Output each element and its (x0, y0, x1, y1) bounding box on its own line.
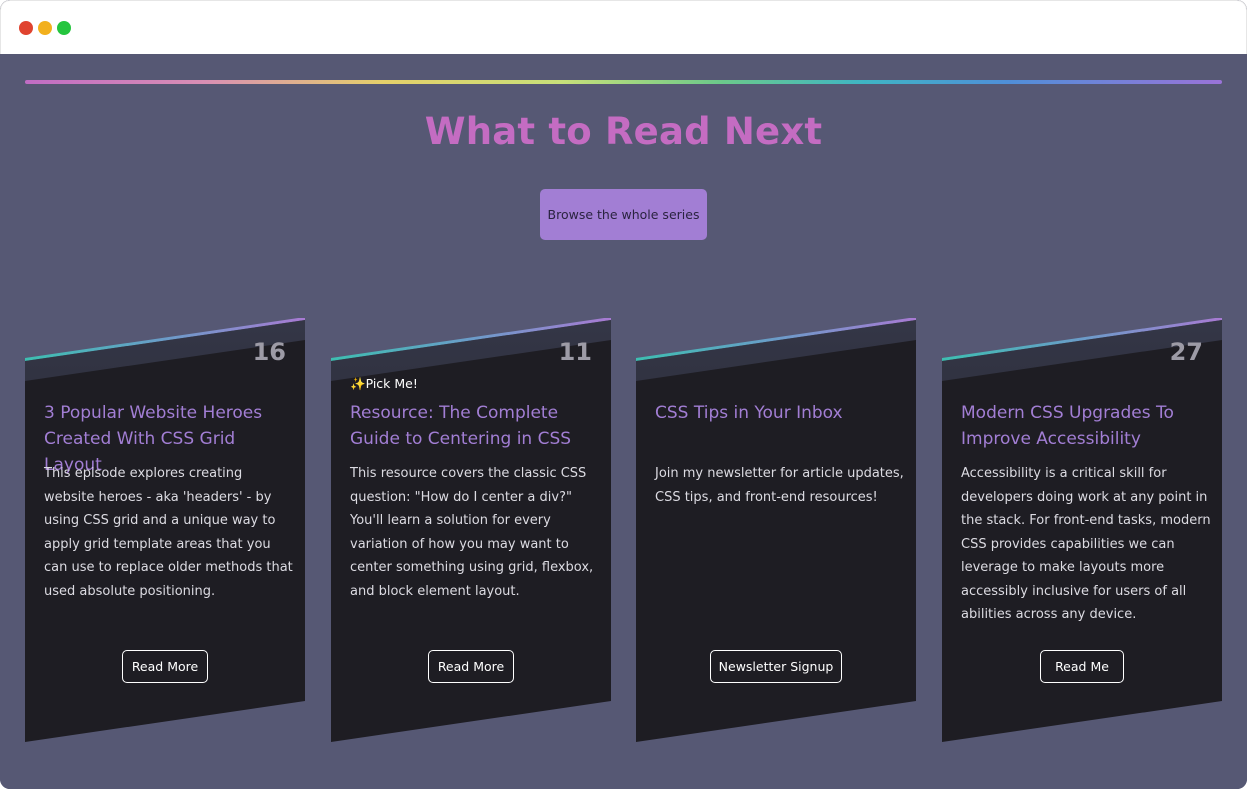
card-title: Resource: The Complete Guide to Centerin… (350, 403, 572, 449)
read-more-button[interactable]: Read More (122, 650, 208, 683)
article-card: 16 3 Popular Website Heroes Created With… (25, 318, 305, 742)
newsletter-signup-button[interactable]: Newsletter Signup (710, 650, 842, 683)
card-number: 27 (1169, 338, 1203, 366)
browser-window: What to Read Next Browse the whole serie… (0, 0, 1247, 789)
card-description: This episode explores creating website h… (44, 466, 293, 599)
article-card: 11 ✨Pick Me! Resource: The Complete Guid… (331, 318, 611, 742)
window-titlebar (0, 0, 1247, 54)
card-number: 16 (252, 338, 286, 366)
card-number: 11 (558, 338, 592, 366)
article-card: 27 Modern CSS Upgrades To Improve Access… (942, 318, 1222, 742)
card-description: This resource covers the classic CSS que… (350, 466, 594, 599)
close-window-button[interactable] (19, 21, 33, 35)
browse-series-button[interactable]: Browse the whole series (540, 189, 707, 240)
card-title: CSS Tips in Your Inbox (655, 403, 843, 423)
rainbow-divider (25, 80, 1222, 84)
maximize-window-button[interactable] (57, 21, 71, 35)
card-description: Join my newsletter for article updates, … (655, 466, 904, 505)
read-me-button[interactable]: Read Me (1040, 650, 1124, 683)
read-more-button[interactable]: Read More (428, 650, 514, 683)
page-title: What to Read Next (424, 110, 823, 153)
newsletter-card: CSS Tips in Your Inbox Join my newslette… (636, 318, 916, 742)
page-content: What to Read Next Browse the whole serie… (0, 54, 1247, 789)
pick-me-badge: ✨Pick Me! (350, 376, 418, 391)
minimize-window-button[interactable] (38, 21, 52, 35)
card-description: Accessibility is a critical skill for de… (961, 466, 1211, 622)
card-title: Modern CSS Upgrades To Improve Accessibi… (961, 403, 1174, 449)
